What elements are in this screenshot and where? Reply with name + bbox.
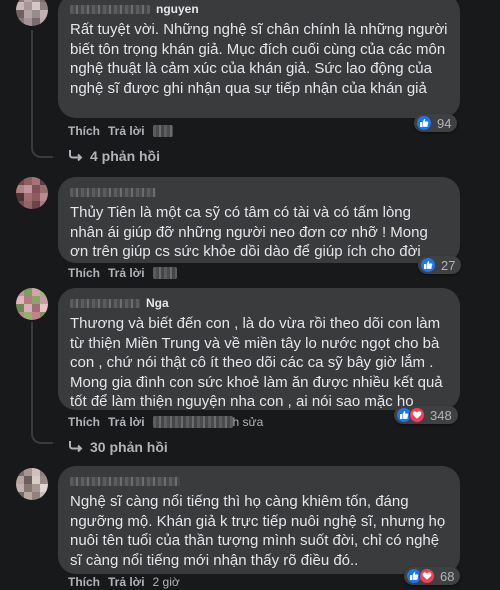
comment-bubble: Nghệ sĩ càng nổi tiếng thì họ càng khiêm… bbox=[58, 466, 460, 574]
comment-text: Thương và biết đến con , là do vừa rồi t… bbox=[70, 315, 443, 410]
comment-text: Nghệ sĩ càng nổi tiếng thì họ càng khiêm… bbox=[70, 493, 446, 569]
like-button[interactable]: Thích bbox=[68, 124, 100, 138]
avatar[interactable] bbox=[16, 177, 48, 209]
redacted-name bbox=[70, 298, 140, 308]
comment-author[interactable] bbox=[70, 474, 448, 488]
reaction-count: 94 bbox=[437, 115, 452, 131]
comment-bubble: Thủy Tiên là một ca sỹ có tâm có tài và … bbox=[58, 177, 460, 263]
like-button[interactable]: Thích bbox=[68, 415, 100, 429]
comment-actions: Thích Trả lời 2 giờ bbox=[68, 574, 180, 590]
redacted-name bbox=[70, 476, 180, 486]
reaction-count: 68 bbox=[440, 568, 455, 584]
like-button[interactable]: Thích bbox=[68, 266, 100, 280]
comment-actions: Thích Trả lời bbox=[68, 123, 173, 139]
redacted-time bbox=[152, 416, 233, 428]
like-icon bbox=[416, 115, 432, 131]
comment-author[interactable] bbox=[70, 185, 448, 199]
reaction-summary[interactable]: 94 bbox=[414, 114, 458, 132]
reaction-summary[interactable]: 27 bbox=[418, 256, 462, 274]
view-replies-button[interactable]: 4 phản hồi bbox=[68, 148, 160, 164]
comment-actions: Thích Trả lời bbox=[68, 265, 177, 281]
avatar[interactable] bbox=[16, 288, 48, 320]
reaction-count: 27 bbox=[441, 257, 456, 273]
redacted-time bbox=[152, 125, 173, 137]
comment-author[interactable]: Nga bbox=[70, 296, 448, 310]
thread-line bbox=[31, 30, 33, 142]
thread-line bbox=[31, 322, 33, 428]
redacted-name bbox=[70, 4, 150, 14]
view-replies-button[interactable]: 30 phản hồi bbox=[68, 439, 168, 455]
reaction-summary[interactable]: 68 bbox=[404, 567, 461, 585]
reply-button[interactable]: Trả lời bbox=[108, 575, 145, 589]
comment-author[interactable]: nguyen bbox=[70, 2, 448, 16]
comment-text: Thủy Tiên là một ca sỹ có tâm có tài và … bbox=[70, 204, 428, 260]
comment-time[interactable]: 2 giờ bbox=[153, 575, 180, 589]
comment-bubble: Nga Thương và biết đến con , là do vừa r… bbox=[58, 288, 460, 410]
thread-curve bbox=[31, 142, 53, 158]
like-button[interactable]: Thích bbox=[68, 575, 100, 589]
reaction-summary[interactable]: 348 bbox=[394, 406, 458, 424]
like-icon bbox=[420, 257, 436, 273]
avatar[interactable] bbox=[16, 0, 48, 26]
redacted-time bbox=[152, 267, 177, 279]
reply-button[interactable]: Trả lời bbox=[108, 124, 145, 138]
edited-label: h sửa bbox=[232, 415, 264, 429]
reply-arrow-icon bbox=[68, 148, 84, 164]
comment-bubble: nguyen Rất tuyệt vời. Những nghệ sĩ chân… bbox=[58, 0, 460, 118]
comment-text: Rất tuyệt vời. Những nghệ sĩ chân chính … bbox=[70, 21, 448, 97]
love-icon bbox=[419, 568, 435, 584]
reply-arrow-icon bbox=[68, 439, 84, 455]
thread-curve bbox=[31, 428, 53, 444]
reaction-count: 348 bbox=[430, 407, 452, 423]
comment-actions: Thích Trả lời h sửa bbox=[68, 414, 263, 430]
avatar[interactable] bbox=[16, 468, 48, 500]
reply-button[interactable]: Trả lời bbox=[108, 266, 145, 280]
reply-button[interactable]: Trả lời bbox=[108, 415, 145, 429]
love-icon bbox=[409, 407, 425, 423]
redacted-name bbox=[70, 187, 156, 197]
